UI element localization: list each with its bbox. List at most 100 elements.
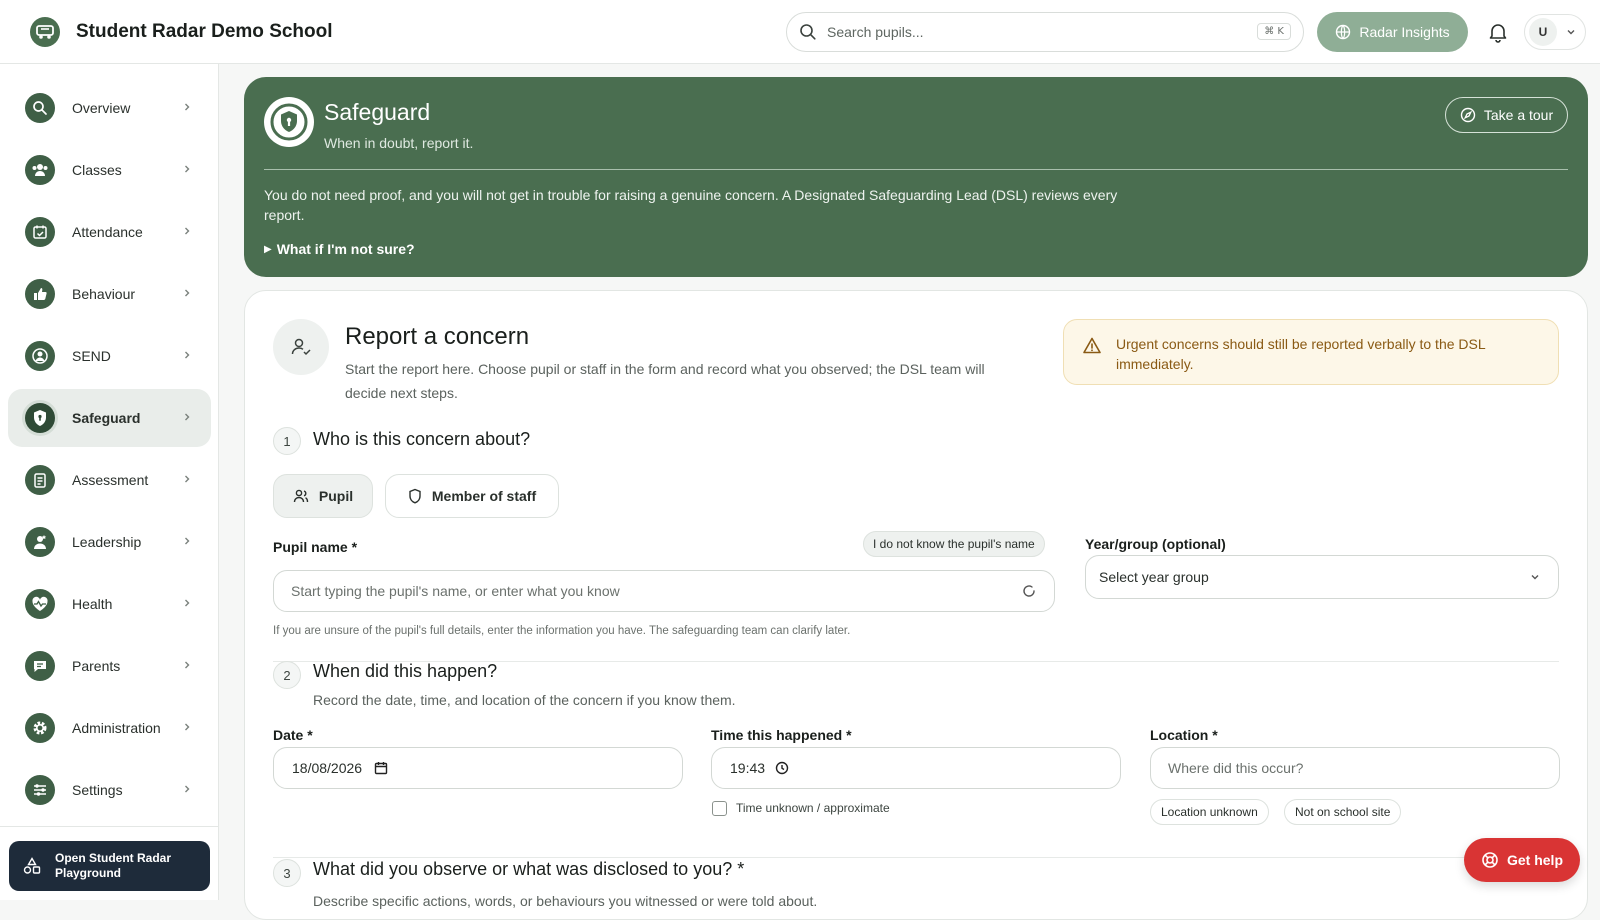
- not-sure-disclosure[interactable]: ▶ What if I'm not sure?: [264, 241, 415, 257]
- location-unknown-chip[interactable]: Location unknown: [1150, 799, 1269, 825]
- sidebar-item-attendance[interactable]: Attendance: [8, 203, 211, 261]
- take-tour-button[interactable]: Take a tour: [1445, 97, 1568, 133]
- urgent-notice: Urgent concerns should still be reported…: [1063, 319, 1559, 385]
- date-label: Date *: [273, 727, 313, 743]
- safeguard-banner: Safeguard When in doubt, report it. Take…: [244, 77, 1588, 277]
- users-icon: [293, 489, 309, 503]
- banner-subtitle: When in doubt, report it.: [324, 135, 474, 151]
- time-unknown-label: Time unknown / approximate: [736, 801, 890, 815]
- bell-icon[interactable]: [1486, 20, 1510, 44]
- sidebar-item-classes[interactable]: Classes: [8, 141, 211, 199]
- brand[interactable]: Student Radar Demo School: [30, 16, 333, 47]
- step-subtitle: Record the date, time, and location of t…: [313, 692, 736, 708]
- step-number: 1: [273, 427, 301, 455]
- pupil-name-label: Pupil name *: [273, 539, 358, 555]
- pupil-name-field[interactable]: [273, 570, 1055, 612]
- time-value: 19:43: [730, 760, 766, 776]
- open-playground-label: Open Student Radar Playground: [55, 851, 172, 880]
- chevron-right-icon: [185, 599, 190, 607]
- sidebar-item-safeguard[interactable]: Safeguard: [8, 389, 211, 447]
- location-field[interactable]: [1150, 747, 1560, 789]
- unknown-pupil-name-button[interactable]: I do not know the pupil's name: [863, 531, 1045, 557]
- sidebar-item-leadership[interactable]: Leadership: [8, 513, 211, 571]
- user-menu[interactable]: U: [1524, 14, 1586, 50]
- not-on-site-chip[interactable]: Not on school site: [1284, 799, 1402, 825]
- user-check-icon: [273, 319, 329, 375]
- sidebar-item-administration[interactable]: Administration: [8, 699, 211, 757]
- pupil-type-button[interactable]: Pupil: [273, 474, 373, 518]
- pupil-name-input[interactable]: [291, 583, 1021, 599]
- report-title: Report a concern: [345, 323, 530, 350]
- open-playground-button[interactable]: Open Student Radar Playground: [9, 841, 210, 891]
- time-field[interactable]: 19:43: [711, 747, 1121, 789]
- chevron-right-icon: [185, 475, 190, 483]
- gear-icon: [25, 713, 55, 743]
- sidebar-item-send[interactable]: SEND: [8, 327, 211, 385]
- top-bar: Student Radar Demo School ⌘ K Radar Insi…: [0, 0, 1600, 64]
- sidebar-item-behaviour[interactable]: Behaviour: [8, 265, 211, 323]
- sidebar-item-settings[interactable]: Settings: [8, 761, 211, 819]
- chevron-down-icon: [1567, 30, 1575, 35]
- compass-icon: [1460, 107, 1476, 123]
- sidebar-item-parents[interactable]: Parents: [8, 637, 211, 695]
- users-icon: [25, 155, 55, 185]
- calendar-icon: [374, 762, 388, 775]
- chevron-right-icon: [185, 289, 190, 297]
- sliders-icon: [25, 775, 55, 805]
- sidebar-item-health[interactable]: Health: [8, 575, 211, 633]
- staff-type-label: Member of staff: [431, 488, 537, 504]
- lifebuoy-icon: [1482, 852, 1498, 868]
- location-input[interactable]: [1168, 760, 1542, 776]
- date-field[interactable]: 18/08/2026: [273, 747, 683, 789]
- school-name: Student Radar Demo School: [76, 20, 333, 42]
- chevron-right-icon: [185, 227, 190, 235]
- chevron-right-icon: [185, 413, 190, 421]
- sidebar: Overview Classes Attendance Behaviour SE…: [0, 64, 219, 900]
- radar-logo-icon: [30, 16, 60, 47]
- chevron-right-icon: [185, 537, 190, 545]
- section-divider: [273, 857, 1559, 858]
- sidebar-item-label: Settings: [72, 782, 123, 798]
- pupil-type-label: Pupil: [318, 488, 354, 504]
- user-circle-icon: [25, 341, 55, 371]
- shapes-icon: [23, 857, 41, 874]
- step-title: When did this happen?: [313, 661, 498, 681]
- step-number: 3: [273, 859, 301, 887]
- banner-title: Safeguard: [324, 99, 431, 125]
- sidebar-item-overview[interactable]: Overview: [8, 79, 211, 137]
- sidebar-item-assessment[interactable]: Assessment: [8, 451, 211, 509]
- sidebar-item-label: Attendance: [72, 224, 143, 240]
- chevron-right-icon: [185, 103, 190, 111]
- date-value: 18/08/2026: [292, 760, 363, 776]
- search-icon: [800, 24, 816, 40]
- take-tour-label: Take a tour: [1483, 107, 1554, 123]
- loading-spinner-icon: [1023, 585, 1035, 597]
- radar-insights-button[interactable]: Radar Insights: [1317, 12, 1468, 52]
- sidebar-item-label: Health: [72, 596, 113, 612]
- shield-icon: [409, 488, 421, 504]
- year-group-value: Select year group: [1099, 569, 1209, 585]
- staff-type-button[interactable]: Member of staff: [385, 474, 559, 518]
- shield-lock-icon: [264, 97, 314, 147]
- clipboard-icon: [25, 465, 55, 495]
- sidebar-item-label: SEND: [72, 348, 111, 364]
- heart-pulse-icon: [25, 589, 55, 619]
- warning-triangle-icon: [1083, 337, 1101, 354]
- search-shortcut: ⌘ K: [1257, 23, 1291, 40]
- urgent-notice-text: Urgent concerns should still be reported…: [1116, 336, 1486, 372]
- step-title: What did you observe or what was disclos…: [313, 859, 745, 879]
- report-description: Start the report here. Choose pupil or s…: [345, 361, 985, 401]
- year-group-label: Year/group (optional): [1085, 536, 1226, 552]
- search-bar[interactable]: ⌘ K: [786, 12, 1304, 52]
- search-input[interactable]: [827, 24, 1247, 40]
- time-unknown-checkbox[interactable]: [712, 801, 727, 816]
- not-sure-label: What if I'm not sure?: [276, 241, 415, 257]
- get-help-label: Get help: [1506, 852, 1563, 868]
- message-icon: [25, 651, 55, 681]
- year-group-select[interactable]: Select year group: [1085, 555, 1559, 599]
- avatar: U: [1529, 18, 1557, 46]
- chevron-right-icon: [185, 661, 190, 669]
- banner-body: You do not need proof, and you will not …: [264, 187, 1118, 223]
- chevron-right-icon: [185, 785, 190, 793]
- get-help-button[interactable]: Get help: [1464, 838, 1580, 882]
